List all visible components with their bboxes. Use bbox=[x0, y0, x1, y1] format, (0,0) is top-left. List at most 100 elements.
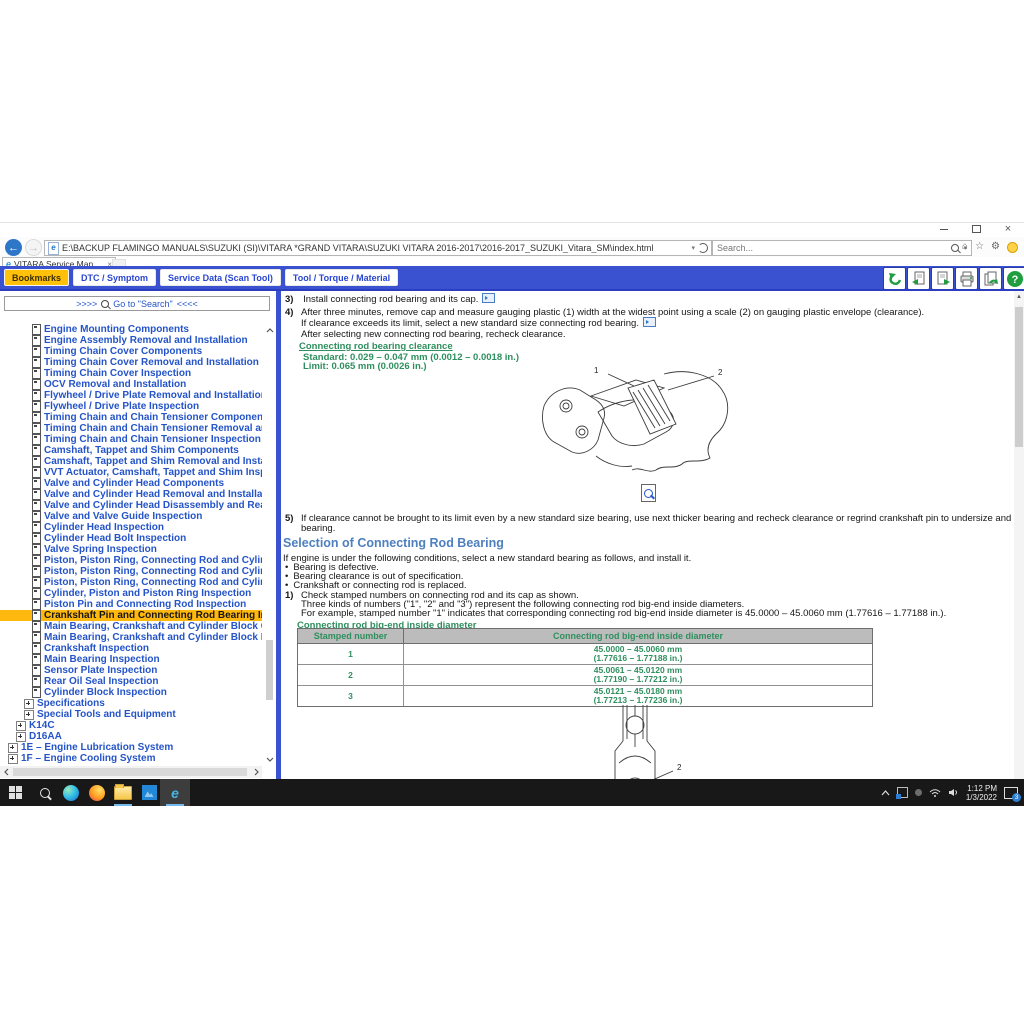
export-button[interactable] bbox=[979, 267, 1002, 290]
clearance-spec-link[interactable]: Connecting rod bearing clearance bbox=[299, 341, 453, 352]
tree-item[interactable]: Valve and Valve Guide Inspection bbox=[0, 511, 205, 522]
tree-item-icon bbox=[32, 533, 41, 544]
start-button[interactable] bbox=[0, 779, 30, 806]
print-button[interactable] bbox=[955, 267, 978, 290]
previous-page-button[interactable] bbox=[907, 267, 930, 290]
tree-item[interactable]: 1F – Engine Cooling System bbox=[0, 753, 158, 764]
system-tray: 1:12 PM 1/3/2022 3 bbox=[881, 779, 1024, 806]
crankshaft-gauging-illustration: 1 2 bbox=[536, 366, 746, 484]
tree-item[interactable]: Camshaft, Tappet and Shim Components bbox=[0, 445, 242, 456]
tree-item[interactable]: Timing Chain Cover Components bbox=[0, 346, 205, 357]
scrollbar-thumb[interactable] bbox=[266, 640, 273, 700]
tree-item[interactable]: Piston Pin and Connecting Rod Inspection bbox=[0, 599, 249, 610]
home-icon[interactable]: ⌂ bbox=[962, 241, 968, 253]
tool-torque-material-button[interactable]: Tool / Torque / Material bbox=[285, 269, 398, 286]
tree-item[interactable]: Cylinder, Piston and Piston Ring Inspect… bbox=[0, 588, 254, 599]
scrollbar-thumb[interactable] bbox=[1015, 307, 1023, 447]
taskbar-clock[interactable]: 1:12 PM 1/3/2022 bbox=[966, 784, 997, 802]
image-link-icon[interactable] bbox=[643, 317, 656, 327]
search-box[interactable]: Search... ▾ bbox=[712, 240, 972, 256]
tree-item[interactable]: 1E – Engine Lubrication System bbox=[0, 742, 176, 753]
tray-status-icon[interactable] bbox=[915, 789, 922, 796]
settings-gear-icon[interactable]: ⚙ bbox=[991, 241, 1000, 253]
image-link-icon[interactable] bbox=[482, 293, 495, 303]
tree-item-icon bbox=[32, 654, 41, 665]
scrollbar-thumb[interactable] bbox=[13, 768, 247, 776]
tree-item[interactable]: Timing Chain Cover Inspection bbox=[0, 368, 194, 379]
zoom-image-icon[interactable] bbox=[641, 484, 656, 502]
minimize-button[interactable] bbox=[938, 224, 950, 234]
tree-item[interactable]: Flywheel / Drive Plate Inspection bbox=[0, 401, 202, 412]
tree-item[interactable]: Flywheel / Drive Plate Removal and Insta… bbox=[0, 390, 262, 401]
next-page-button[interactable] bbox=[931, 267, 954, 290]
tree-item[interactable]: Rear Oil Seal Inspection bbox=[0, 676, 161, 687]
feedback-smiley-icon[interactable] bbox=[1007, 242, 1018, 253]
tree-item[interactable]: Cylinder Head Bolt Inspection bbox=[0, 533, 189, 544]
scroll-left-icon[interactable] bbox=[0, 766, 12, 778]
restore-button[interactable] bbox=[970, 224, 982, 234]
bookmarks-button[interactable]: Bookmarks bbox=[4, 269, 69, 286]
notification-badge: 3 bbox=[1012, 793, 1021, 802]
network-icon[interactable] bbox=[929, 788, 941, 797]
scroll-up-icon[interactable]: ▲ bbox=[1014, 294, 1024, 300]
address-bar[interactable]: e E:\BACKUP FLAMINGO MANUALS\SUZUKI (SI)… bbox=[44, 240, 712, 256]
sidebar-horizontal-scrollbar[interactable] bbox=[0, 766, 262, 778]
tree-item[interactable]: Valve and Cylinder Head Disassembly and … bbox=[0, 500, 262, 511]
close-button[interactable]: × bbox=[1002, 224, 1014, 234]
tree-item[interactable]: Piston, Piston Ring, Connecting Rod and … bbox=[0, 555, 262, 566]
scroll-up-icon[interactable] bbox=[264, 324, 276, 336]
tray-chevron-up-icon[interactable] bbox=[881, 790, 890, 796]
scroll-down-icon[interactable] bbox=[264, 753, 276, 765]
tree-item[interactable]: Specifications bbox=[0, 698, 108, 709]
internet-explorer-icon: e bbox=[171, 785, 179, 801]
browser-action-icons: ⌂ ☆ ⚙ bbox=[962, 241, 1018, 253]
tree-item-label: Crankshaft Inspection bbox=[44, 643, 149, 654]
dtc-symptom-button[interactable]: DTC / Symptom bbox=[73, 269, 156, 286]
tree-item[interactable]: Piston, Piston Ring, Connecting Rod and … bbox=[0, 577, 262, 588]
forward-button[interactable]: → bbox=[25, 239, 42, 256]
tree-item[interactable]: Engine Assembly Removal and Installation bbox=[0, 335, 251, 346]
tree-item[interactable]: Crankshaft Inspection bbox=[0, 643, 152, 654]
tree-item[interactable]: Cylinder Head Inspection bbox=[0, 522, 167, 533]
tree-item[interactable]: Camshaft, Tappet and Shim Removal and In… bbox=[0, 456, 262, 467]
tree-item[interactable]: Sensor Plate Inspection bbox=[0, 665, 160, 676]
search-icon[interactable] bbox=[951, 244, 959, 252]
tree-item[interactable]: Valve and Cylinder Head Components bbox=[0, 478, 227, 489]
tree-item[interactable]: Engine Mounting Components bbox=[0, 324, 192, 335]
sidebar-vertical-scrollbar[interactable] bbox=[264, 324, 275, 765]
tree-item[interactable]: Main Bearing, Crankshaft and Cylinder Bl… bbox=[0, 621, 262, 632]
tray-app-icon[interactable] bbox=[897, 787, 908, 798]
content-vertical-scrollbar[interactable]: ▲ bbox=[1014, 291, 1024, 779]
tree-item[interactable]: Timing Chain Cover Removal and Installat… bbox=[0, 357, 262, 368]
tree-item[interactable]: K14C bbox=[0, 720, 58, 731]
tree-item[interactable]: Special Tools and Equipment bbox=[0, 709, 179, 720]
tree-item[interactable]: Piston, Piston Ring, Connecting Rod and … bbox=[0, 566, 262, 577]
volume-icon[interactable] bbox=[948, 788, 959, 797]
action-center-icon[interactable]: 3 bbox=[1004, 787, 1018, 799]
tree-item[interactable]: Cylinder Block Inspection bbox=[0, 687, 170, 698]
tree-item[interactable]: OCV Removal and Installation bbox=[0, 379, 189, 390]
tree-item-icon bbox=[32, 368, 41, 379]
tree-item[interactable]: VVT Actuator, Camshaft, Tappet and Shim … bbox=[0, 467, 262, 478]
tree-item[interactable]: Main Bearing, Crankshaft and Cylinder Bl… bbox=[0, 632, 262, 643]
tree-item[interactable]: D16AA bbox=[0, 731, 65, 742]
favorites-star-icon[interactable]: ☆ bbox=[975, 241, 984, 253]
tree-item[interactable]: Crankshaft Pin and Connecting Rod Bearin… bbox=[0, 610, 262, 621]
tree-item[interactable]: Valve Spring Inspection bbox=[0, 544, 160, 555]
tree-item[interactable]: Valve and Cylinder Head Removal and Inst… bbox=[0, 489, 262, 500]
autocomplete-caret-icon[interactable]: ▾ bbox=[691, 244, 695, 252]
sidebar-search-button[interactable]: >>>> Go to "Search" <<<< bbox=[4, 296, 270, 311]
help-icon: ? bbox=[1006, 270, 1024, 288]
back-button[interactable]: ← bbox=[5, 239, 22, 256]
refresh-icon[interactable] bbox=[698, 243, 708, 253]
service-data-button[interactable]: Service Data (Scan Tool) bbox=[160, 269, 281, 286]
tree-item[interactable]: Timing Chain and Chain Tensioner Removal… bbox=[0, 423, 262, 434]
tree-item[interactable]: Timing Chain and Chain Tensioner Compone… bbox=[0, 412, 262, 423]
tree-item[interactable]: Timing Chain and Chain Tensioner Inspect… bbox=[0, 434, 262, 445]
taskbar-internet-explorer-button[interactable]: e bbox=[160, 779, 190, 806]
open-app-indicator bbox=[166, 804, 184, 806]
help-button[interactable]: ? bbox=[1003, 267, 1024, 290]
tree-item[interactable]: Main Bearing Inspection bbox=[0, 654, 163, 665]
undo-button[interactable] bbox=[883, 267, 906, 290]
scroll-right-icon[interactable] bbox=[250, 766, 262, 778]
